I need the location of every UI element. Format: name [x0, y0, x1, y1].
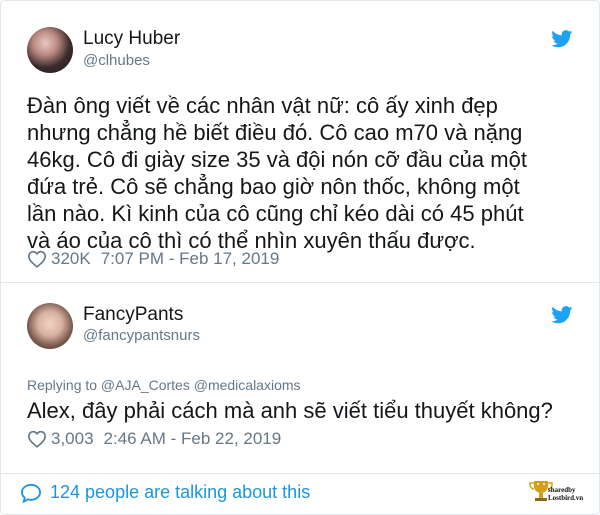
talking-count[interactable]: 124 people are talking about this — [50, 482, 310, 503]
tweet-meta: 320K 7:07 PM - Feb 17, 2019 — [27, 249, 279, 269]
tweet-timestamp[interactable]: 2:46 AM - Feb 22, 2019 — [104, 429, 282, 449]
twitter-bird-icon[interactable] — [551, 306, 573, 324]
like-count[interactable]: 3,003 — [51, 429, 94, 449]
author-name[interactable]: FancyPants — [83, 304, 183, 326]
tweet-text: Đàn ông viết về các nhân vật nữ: cô ấy x… — [27, 92, 577, 254]
tweet-text-line: 46kg. Cô đi giày size 35 và đội nón cỡ đ… — [27, 147, 527, 172]
heart-icon[interactable] — [27, 250, 47, 268]
author-handle[interactable]: @clhubes — [83, 52, 150, 69]
author-name[interactable]: Lucy Huber — [83, 28, 180, 50]
like-count[interactable]: 320K — [51, 249, 91, 269]
heart-icon[interactable] — [27, 430, 47, 448]
replying-to[interactable]: Replying to @AJA_Cortes @medicalaxioms — [27, 377, 301, 393]
tweet-text-line: nhưng chẳng hề biết điều đó. Cô cao m70 … — [27, 120, 523, 145]
conversation-link[interactable]: 124 people are talking about this — [20, 482, 310, 503]
speech-bubble-icon — [20, 483, 42, 503]
avatar[interactable] — [27, 27, 73, 73]
tweet-text: Alex, đây phải cách mà anh sẽ viết tiểu … — [27, 398, 553, 423]
twitter-bird-icon[interactable] — [551, 30, 573, 48]
tweet-meta: 3,003 2:46 AM - Feb 22, 2019 — [27, 429, 281, 449]
avatar[interactable] — [27, 303, 73, 349]
author-handle[interactable]: @fancypantsnurs — [83, 327, 200, 344]
logo-text: sharedby — [548, 486, 576, 494]
logo-text: Lostbird.vn — [548, 494, 584, 502]
tweet-text-line: đứa trẻ. Cô sẽ chẳng bao giờ nôn thốc, k… — [27, 174, 520, 199]
divider — [0, 473, 600, 474]
tweet-text-line: Đàn ông viết về các nhân vật nữ: cô ấy x… — [27, 93, 498, 118]
tweet-text-line: lần nào. Kì kinh của cô cũng chỉ kéo dài… — [27, 201, 524, 226]
tweet-timestamp[interactable]: 7:07 PM - Feb 17, 2019 — [101, 249, 280, 269]
